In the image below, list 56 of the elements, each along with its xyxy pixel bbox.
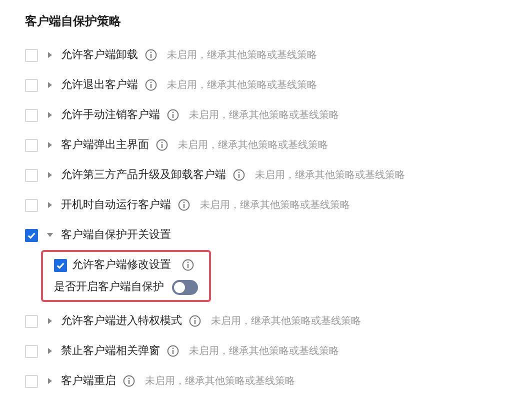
status-note: 未启用，继承其他策略或基线策略 — [167, 78, 317, 92]
caret-icon[interactable] — [47, 202, 53, 208]
checkbox[interactable] — [25, 228, 38, 242]
section-title: 客户端自保护策略 — [25, 13, 122, 30]
rule-label: 客户端自保护开关设置 — [61, 226, 171, 243]
status-note: 未启用，继承其他策略或基线策略 — [189, 108, 339, 122]
check-icon — [27, 230, 36, 240]
status-note: 未启用，继承其他策略或基线策略 — [145, 374, 295, 388]
rule-label: 允许客户端卸载 — [61, 46, 138, 63]
checkbox[interactable] — [25, 314, 38, 328]
rule-label: 禁止客户端相关弹窗 — [61, 342, 160, 359]
rule-label: 允许手动注销客户端 — [61, 106, 160, 123]
caret-icon[interactable] — [47, 52, 53, 58]
status-note: 未启用，继承其他策略或基线策略 — [200, 198, 350, 212]
rule-label: 允许客户端进入特权模式 — [61, 312, 182, 329]
rule-label: 客户端弹出主界面 — [61, 136, 149, 153]
status-note: 未启用，继承其他策略或基线策略 — [211, 314, 361, 328]
info-icon[interactable] — [182, 259, 194, 271]
info-icon[interactable] — [167, 345, 179, 357]
rule-label: 开机时自动运行客户端 — [61, 196, 171, 213]
rule-label: 允许第三方产品升级及卸载客户端 — [61, 166, 226, 183]
checkbox[interactable] — [25, 138, 38, 152]
checkbox[interactable] — [25, 374, 38, 388]
rule-label: 允许退出客户端 — [61, 76, 138, 93]
caret-icon[interactable] — [47, 318, 53, 324]
info-icon[interactable] — [156, 139, 168, 151]
caret-icon[interactable] — [47, 232, 53, 238]
info-icon[interactable] — [123, 375, 135, 387]
info-icon[interactable] — [189, 315, 201, 327]
info-icon[interactable] — [233, 169, 245, 181]
status-note: 未启用，继承其他策略或基线策略 — [167, 48, 317, 62]
checkbox[interactable] — [25, 198, 38, 212]
checkbox[interactable] — [25, 48, 38, 62]
caret-icon[interactable] — [47, 172, 53, 178]
option-label: 允许客户端修改设置 — [72, 256, 171, 273]
info-icon[interactable] — [145, 79, 157, 91]
status-note: 未启用，继承其他策略或基线策略 — [255, 168, 405, 182]
option-label: 是否开启客户端自保护 — [54, 278, 164, 295]
toggle-switch[interactable] — [172, 280, 198, 294]
caret-icon[interactable] — [47, 112, 53, 118]
info-icon[interactable] — [167, 109, 179, 121]
check-icon — [56, 260, 65, 270]
checkbox[interactable] — [25, 168, 38, 182]
status-note: 未启用，继承其他策略或基线策略 — [189, 344, 339, 358]
rule-label: 客户端重启 — [61, 372, 116, 389]
caret-icon[interactable] — [47, 378, 53, 384]
info-icon[interactable] — [178, 199, 190, 211]
info-icon[interactable] — [145, 49, 157, 61]
caret-icon[interactable] — [47, 348, 53, 354]
caret-icon[interactable] — [47, 142, 53, 148]
caret-icon[interactable] — [47, 82, 53, 88]
checkbox[interactable] — [25, 344, 38, 358]
checkbox[interactable] — [54, 258, 67, 272]
checkbox[interactable] — [25, 78, 38, 92]
status-note: 未启用，继承其他策略或基线策略 — [178, 138, 328, 152]
checkbox[interactable] — [25, 108, 38, 122]
